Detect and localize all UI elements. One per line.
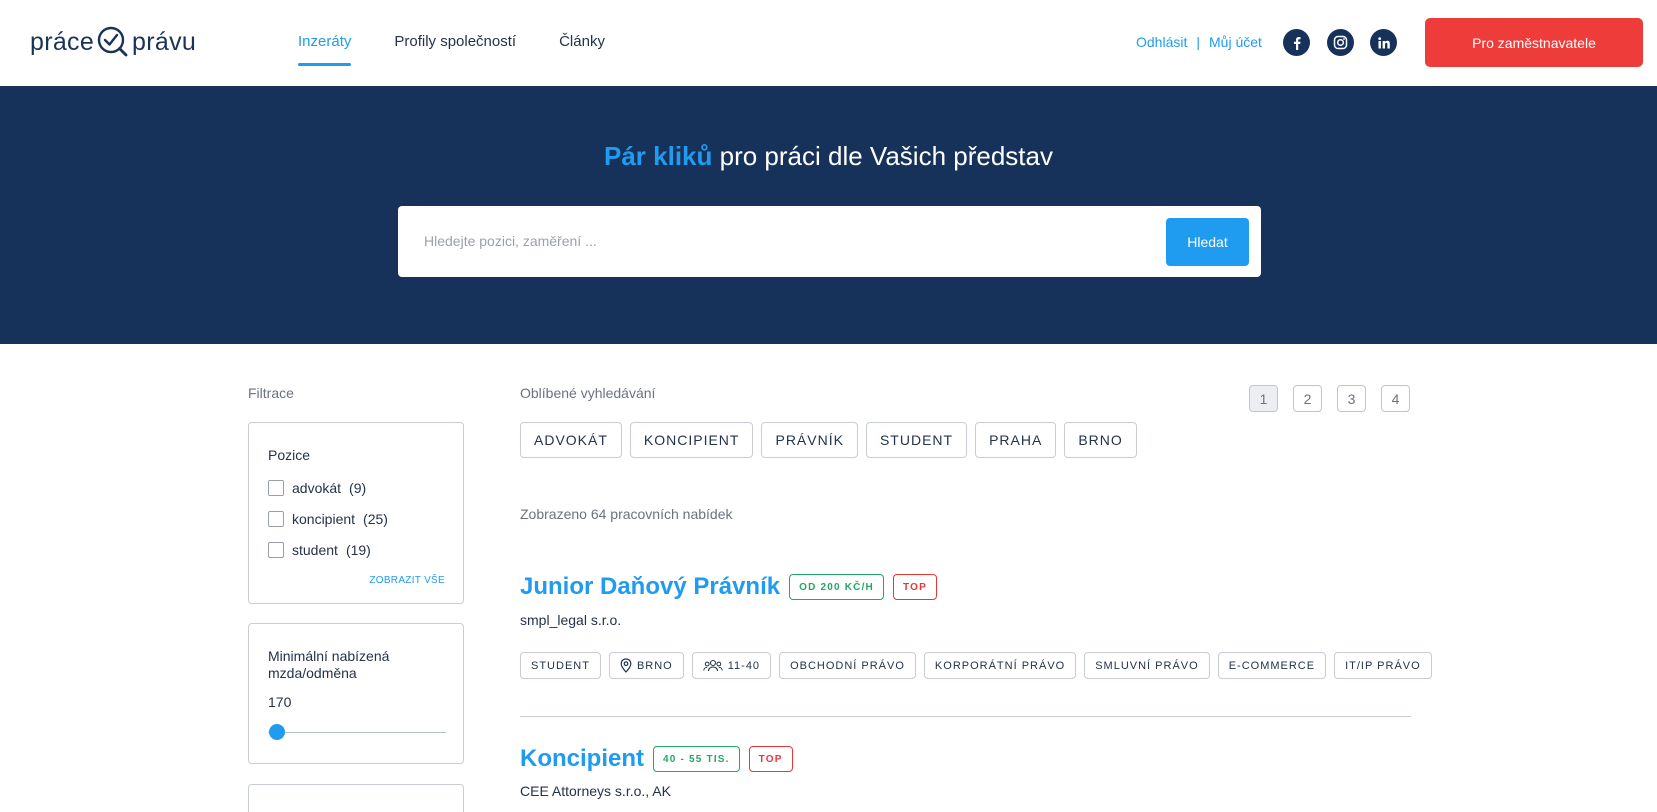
filter-option-student[interactable]: student (19) [268, 542, 371, 558]
position-filter-card: Pozice advokát (9) koncipient (25) stude… [248, 422, 464, 604]
results-count: Zobrazeno 64 pracovních nabídek [520, 506, 733, 522]
favorite-tags: ADVOKÁT KONCIPIENT PRÁVNÍK STUDENT PRAHA… [520, 422, 1137, 458]
hero-banner: Pár kliků pro práci dle Vašich představ … [0, 86, 1657, 344]
job-card-header: Koncipient 40 - 55 TIS. TOP [520, 745, 793, 773]
company-name[interactable]: CEE Attorneys s.r.o., AK [520, 783, 671, 799]
job-title[interactable]: Junior Daňový Právník [520, 573, 780, 601]
salary-filter-card: Minimální nabízená mzda/odměna 170 [248, 623, 464, 764]
logo-part-2: právu [132, 27, 197, 56]
header: práce právu Inzeráty Profily společností… [0, 0, 1657, 86]
filter-option-label: koncipient [292, 511, 356, 527]
page-2-button[interactable]: 2 [1293, 385, 1322, 412]
magnifier-check-icon [97, 26, 128, 57]
favorite-tag-advokat[interactable]: ADVOKÁT [520, 422, 622, 458]
top-badge: TOP [892, 574, 937, 600]
job-divider [520, 716, 1411, 717]
favorite-tag-brno[interactable]: BRNO [1064, 422, 1137, 458]
job-tag-type-label: STUDENT [531, 659, 590, 672]
filter-option-advokat[interactable]: advokát (9) [268, 480, 366, 496]
my-account-link[interactable]: Můj účet [1209, 34, 1262, 50]
nav-item-inzeraty[interactable]: Inzeráty [298, 0, 352, 86]
logout-link[interactable]: Odhlásit [1136, 34, 1187, 50]
filter-option-count: (19) [345, 542, 371, 558]
favorite-tag-student[interactable]: STUDENT [865, 422, 968, 458]
favorite-tag-koncipient[interactable]: KONCIPIENT [629, 422, 754, 458]
people-icon [703, 659, 723, 672]
favorite-tag-praha[interactable]: PRAHA [975, 422, 1057, 458]
nav-item-profily[interactable]: Profily společností [394, 0, 516, 86]
nav-item-clanky[interactable]: Články [559, 0, 605, 86]
salary-filter-value: 170 [268, 694, 292, 710]
checkbox[interactable] [268, 480, 284, 496]
favorite-tag-pravnik[interactable]: PRÁVNÍK [761, 422, 858, 458]
filter-option-label: student [292, 542, 338, 558]
company-name[interactable]: smpl_legal s.r.o. [520, 612, 621, 628]
top-badge: TOP [748, 746, 793, 772]
employers-button[interactable]: Pro zaměstnavatele [1425, 18, 1643, 67]
job-tag-area: IT/IP PRÁVO [1334, 652, 1432, 679]
filter-option-count: (9) [349, 480, 367, 496]
linkedin-icon[interactable] [1370, 29, 1397, 56]
job-title[interactable]: Koncipient [520, 745, 644, 773]
job-tag-location: BRNO [608, 652, 684, 679]
account-links: Odhlásit | Můj účet [1136, 34, 1262, 50]
show-all-link[interactable]: ZOBRAZIT VŠE [369, 575, 445, 586]
checkbox[interactable] [268, 542, 284, 558]
logo-part-1: práce [30, 27, 95, 56]
job-tag-type: STUDENT [520, 652, 601, 679]
search-box: Hledat [398, 206, 1261, 277]
page-3-button[interactable]: 3 [1337, 385, 1366, 412]
hero-title: Pár kliků pro práci dle Vašich představ [0, 141, 1657, 172]
page-1-button[interactable]: 1 [1249, 385, 1278, 412]
location-pin-icon [620, 658, 632, 673]
search-input[interactable] [424, 226, 1124, 256]
filter-option-label: advokát [292, 480, 342, 496]
salary-badge: OD 200 KČ/H [789, 574, 884, 600]
next-filter-card [248, 784, 464, 812]
salary-slider-track[interactable] [268, 732, 446, 733]
hero-title-accent: Pár kliků [604, 141, 713, 171]
job-tag-company-size: 11-40 [691, 652, 772, 679]
filter-option-koncipient[interactable]: koncipient (25) [268, 511, 388, 527]
search-button[interactable]: Hledat [1166, 218, 1249, 266]
salary-filter-title: Minimální nabízená mzda/odměna [268, 648, 390, 681]
salary-slider-handle[interactable] [269, 724, 285, 740]
checkbox[interactable] [268, 511, 284, 527]
instagram-icon[interactable] [1327, 29, 1354, 56]
filter-option-count: (25) [363, 511, 388, 527]
job-tag-area: SMLUVNÍ PRÁVO [1084, 652, 1210, 679]
job-tag-area: E-COMMERCE [1217, 652, 1327, 679]
page-4-button[interactable]: 4 [1381, 385, 1410, 412]
job-card-header: Junior Daňový Právník OD 200 KČ/H TOP [520, 573, 937, 601]
logo[interactable]: práce právu [30, 22, 196, 62]
job-tag-size-label: 11-40 [727, 659, 761, 672]
position-filter-title: Pozice [268, 447, 311, 463]
favorite-searches-title: Oblíbené vyhledávání [520, 385, 656, 401]
salary-badge: 40 - 55 TIS. [653, 746, 740, 772]
job-tag-area: OBCHODNÍ PRÁVO [779, 652, 916, 679]
main-nav: Inzeráty Profily společností Články [298, 0, 605, 86]
facebook-icon[interactable] [1283, 29, 1310, 56]
filter-title: Filtrace [248, 385, 294, 401]
account-separator: | [1196, 34, 1200, 50]
job-tag-area: KORPORÁTNÍ PRÁVO [923, 652, 1077, 679]
job-tags: STUDENT BRNO 11-40 OBCHODNÍ PRÁVO KORPOR… [520, 652, 1432, 679]
hero-title-rest: pro práci dle Vašich představ [712, 141, 1053, 171]
job-tag-location-label: BRNO [636, 659, 673, 672]
